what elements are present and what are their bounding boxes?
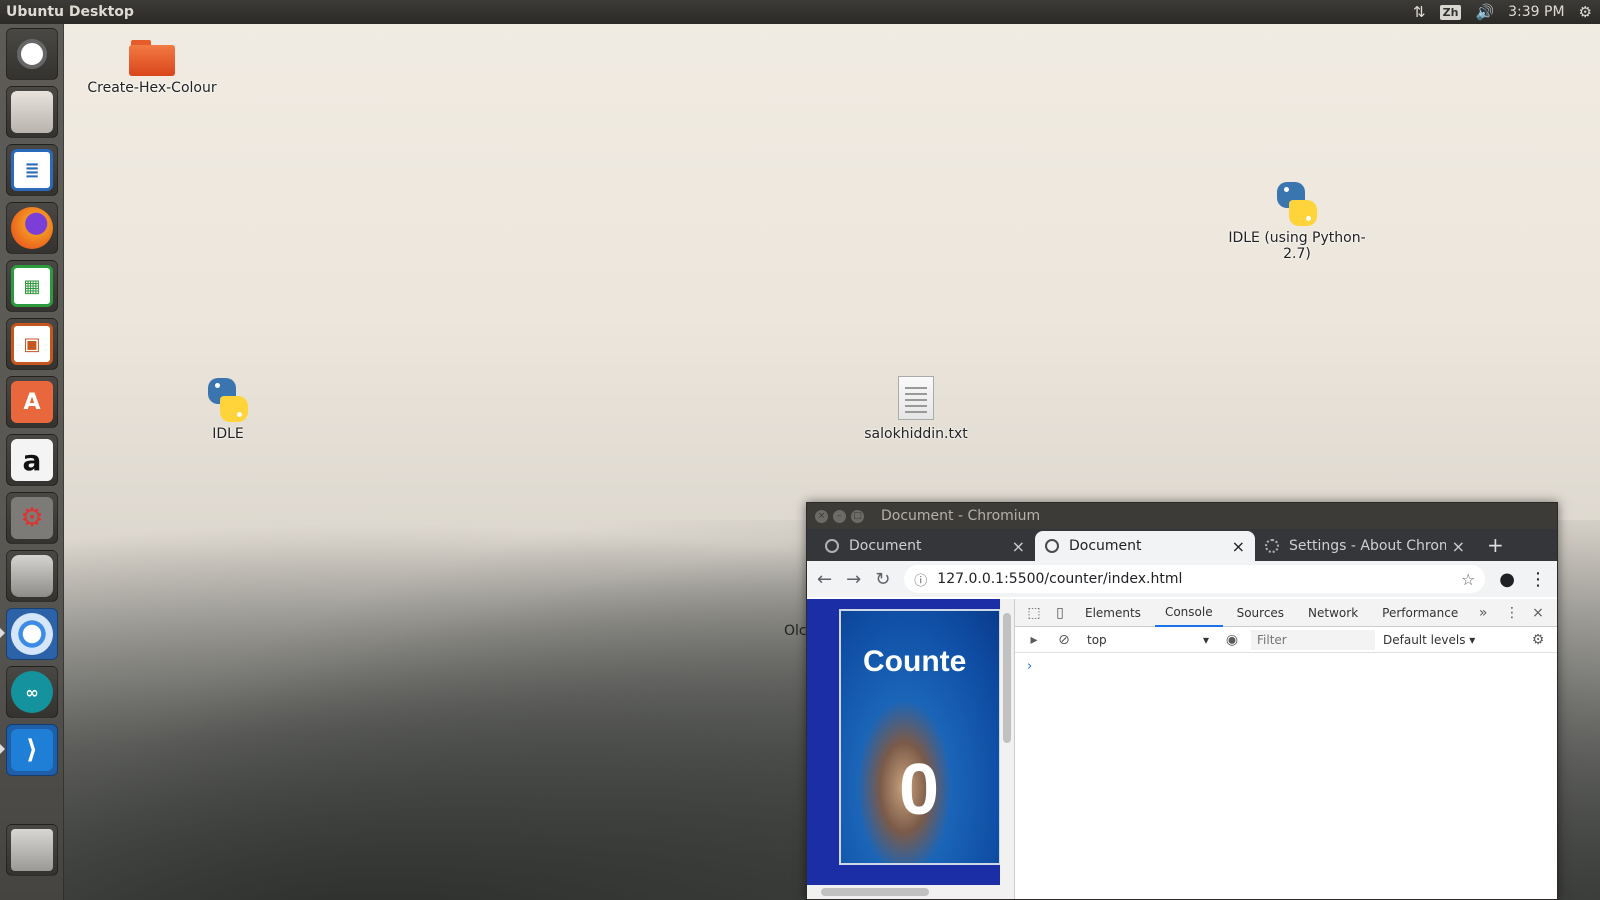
bookmark-star-icon[interactable]: ☆ [1461, 570, 1475, 589]
maximize-window-button[interactable]: □ [851, 509, 864, 523]
desktop-idle27[interactable]: IDLE (using Python-2.7) [1226, 180, 1368, 262]
horizontal-scrollbar[interactable] [807, 885, 1014, 899]
python-icon [204, 376, 252, 424]
volume-icon[interactable]: 🔊 [1475, 3, 1494, 21]
eye-icon[interactable]: ◉ [1221, 632, 1243, 648]
page-heading: Counte [863, 645, 967, 678]
window-title: Document - Chromium [881, 508, 1041, 524]
tab-title: Settings - About Chromium [1289, 538, 1446, 554]
gear-icon[interactable]: ⚙ [1579, 3, 1592, 21]
profile-icon[interactable]: ● [1499, 569, 1515, 590]
kebab-menu-icon[interactable]: ⋮ [1501, 605, 1523, 621]
context-value: top [1087, 632, 1107, 647]
tab-console[interactable]: Console [1154, 599, 1223, 627]
more-tabs-icon[interactable]: » [1472, 605, 1494, 621]
new-tab-button[interactable]: + [1487, 533, 1504, 561]
log-levels-dropdown[interactable]: Default levels ▾ [1383, 633, 1475, 647]
browser-tab-1[interactable]: Document × [815, 531, 1035, 561]
running-indicator [0, 744, 5, 754]
console-filter-input[interactable] [1251, 629, 1375, 650]
software-center-icon[interactable]: A [6, 376, 58, 428]
chromium-window: × – □ Document - Chromium Document × Doc… [806, 502, 1558, 900]
back-icon[interactable]: ← [817, 569, 832, 590]
impress-icon[interactable]: ▣ [6, 318, 58, 370]
top-panel: Ubuntu Desktop ⇅ Zh 🔊 3:39 PM ⚙ [0, 0, 1600, 24]
page-viewport: Counte 0 [807, 599, 1015, 899]
browser-tab-3[interactable]: Settings - About Chromium × [1255, 531, 1475, 561]
menu-icon[interactable]: ⋮ [1529, 569, 1547, 590]
idle27-label: IDLE (using Python-2.7) [1228, 230, 1366, 262]
device-toolbar-icon[interactable]: ▯ [1049, 605, 1071, 621]
console-toolbar: ▸ ⊘ top ▾ ◉ Default levels ▾ ⚙ [1015, 627, 1557, 653]
active-window-title: Ubuntu Desktop [6, 4, 134, 20]
gear-icon [1265, 539, 1279, 553]
globe-icon [825, 539, 839, 553]
inspect-element-icon[interactable]: ⬚ [1023, 605, 1045, 621]
desktop-folder[interactable]: Create-Hex-Colour [82, 40, 222, 96]
counter-value: 0 [899, 750, 940, 830]
input-method-indicator[interactable]: Zh [1439, 4, 1462, 20]
tab-elements[interactable]: Elements [1075, 599, 1151, 627]
amazon-icon[interactable]: a [6, 434, 58, 486]
tab-performance[interactable]: Performance [1372, 599, 1468, 627]
launcher: ≣ ▦ ▣ A a ⚙ ∞ ⟩ [0, 24, 64, 900]
tab-network[interactable]: Network [1298, 599, 1368, 627]
dropdown-icon: ▾ [1202, 632, 1209, 647]
chromium-icon[interactable] [6, 608, 58, 660]
console-prompt: › [1027, 659, 1033, 674]
minimize-window-button[interactable]: – [833, 509, 846, 523]
close-devtools-icon[interactable]: × [1527, 605, 1549, 621]
trash-icon[interactable] [6, 824, 58, 876]
partially-hidden-desktop-label: Olc [784, 623, 807, 639]
tab-title: Document [1069, 538, 1142, 554]
log-levels-label: Default levels [1383, 632, 1466, 647]
sidebar-toggle-icon[interactable]: ▸ [1023, 632, 1045, 648]
text-file-icon [898, 376, 934, 420]
reload-icon[interactable]: ↻ [875, 569, 890, 590]
folder-label: Create-Hex-Colour [87, 80, 217, 96]
tab-strip: Document × Document × Settings - About C… [807, 529, 1557, 561]
console-output[interactable]: › [1015, 653, 1557, 680]
devtools-panel: ⬚ ▯ Elements Console Sources Network Per… [1015, 599, 1557, 899]
folder-icon [129, 40, 175, 76]
disks-icon[interactable] [6, 550, 58, 602]
close-tab-icon[interactable]: × [1012, 537, 1025, 556]
address-bar[interactable]: ⓘ 127.0.0.1:5500/counter/index.html ☆ [904, 565, 1486, 593]
browser-tab-2[interactable]: Document × [1035, 531, 1255, 561]
ubuntu-dash-icon[interactable] [6, 28, 58, 80]
python-icon [1273, 180, 1321, 228]
browser-toolbar: ← → ↻ ⓘ 127.0.0.1:5500/counter/index.htm… [807, 561, 1557, 597]
clock[interactable]: 3:39 PM [1508, 4, 1564, 20]
close-tab-icon[interactable]: × [1452, 537, 1465, 556]
context-selector[interactable]: top ▾ [1083, 633, 1213, 647]
clear-console-icon[interactable]: ⊘ [1053, 632, 1075, 648]
info-icon[interactable]: ⓘ [914, 570, 927, 589]
system-tray: ⇅ Zh 🔊 3:39 PM ⚙ [1413, 3, 1600, 21]
devtools-tabbar: ⬚ ▯ Elements Console Sources Network Per… [1015, 599, 1557, 627]
vertical-scrollbar[interactable] [1000, 599, 1014, 885]
browser-content: Counte 0 ⬚ ▯ Elements Console Sources Ne… [807, 599, 1557, 899]
forward-icon[interactable]: → [846, 569, 861, 590]
settings-icon[interactable]: ⚙ [6, 492, 58, 544]
desktop-textfile[interactable]: salokhiddin.txt [856, 376, 976, 442]
tab-title: Document [849, 538, 922, 554]
url-text[interactable]: 127.0.0.1:5500/counter/index.html [937, 571, 1182, 587]
console-settings-icon[interactable]: ⚙ [1527, 632, 1549, 648]
arduino-icon[interactable]: ∞ [6, 666, 58, 718]
calc-icon[interactable]: ▦ [6, 260, 58, 312]
idle-label: IDLE [212, 426, 244, 442]
window-titlebar[interactable]: × – □ Document - Chromium [807, 503, 1557, 529]
files-icon[interactable] [6, 86, 58, 138]
textfile-label: salokhiddin.txt [864, 426, 968, 442]
running-indicator [0, 628, 5, 638]
desktop-idle[interactable]: IDLE [190, 376, 266, 442]
network-icon[interactable]: ⇅ [1413, 3, 1426, 21]
close-window-button[interactable]: × [815, 509, 828, 523]
tab-sources[interactable]: Sources [1227, 599, 1294, 627]
vscode-icon[interactable]: ⟩ [6, 724, 58, 776]
globe-icon [1045, 539, 1059, 553]
firefox-icon[interactable] [6, 202, 58, 254]
close-tab-icon[interactable]: × [1232, 537, 1245, 556]
writer-icon[interactable]: ≣ [6, 144, 58, 196]
